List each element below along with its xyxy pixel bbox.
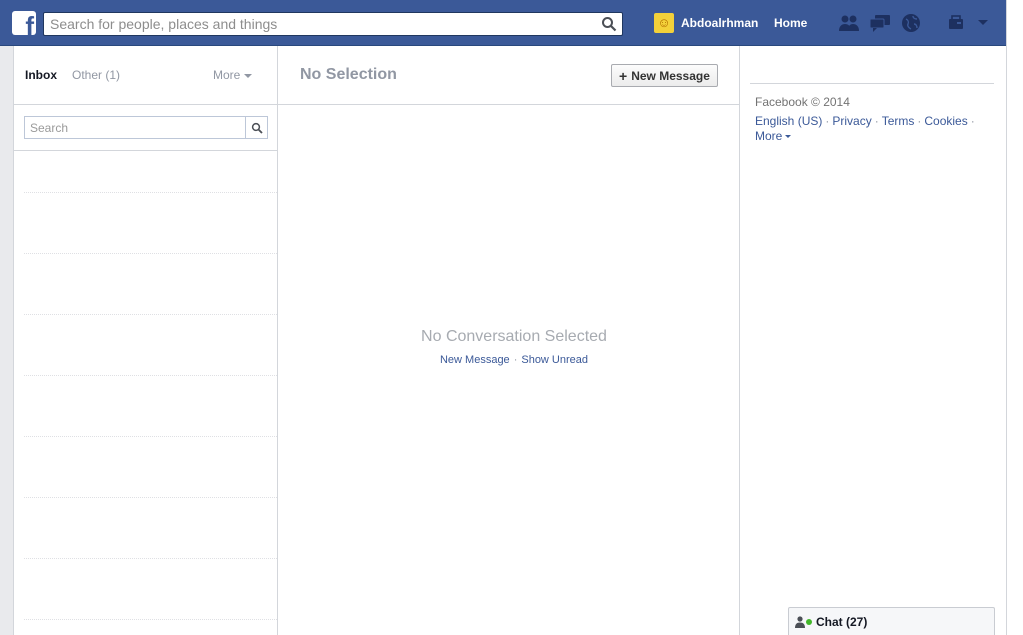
list-item[interactable] [24, 254, 277, 315]
list-item[interactable] [24, 559, 277, 620]
link-separator: · [970, 114, 975, 128]
list-item[interactable] [24, 437, 277, 498]
more-menu-label: More [213, 68, 241, 82]
chevron-down-icon [785, 135, 792, 139]
link-separator: · [917, 114, 922, 128]
footer-more-label: More [755, 129, 783, 143]
link-separator: · [825, 114, 830, 128]
thread-list-header: Inbox Other (1) More [14, 46, 277, 105]
search-icon[interactable] [601, 16, 619, 32]
list-item[interactable] [24, 193, 277, 254]
conversation-title: No Selection [300, 66, 397, 83]
tab-other[interactable]: Other (1) [72, 68, 120, 82]
new-message-button[interactable]: + New Message [611, 64, 718, 87]
show-unread-link[interactable]: Show Unread [521, 354, 588, 366]
thread-list-panel: Inbox Other (1) More [14, 46, 278, 635]
thread-search-input[interactable] [25, 117, 243, 138]
plus-icon: + [619, 67, 628, 84]
footer-links: English (US) · Privacy · Terms · Cookies · More [755, 114, 995, 144]
privacy-link[interactable]: Privacy [832, 114, 871, 128]
right-sidebar: Facebook © 2014 English (US) · Privacy · Ter… [750, 46, 1007, 635]
scrollbar-track[interactable] [1006, 0, 1023, 635]
avatar: ☺ [654, 13, 674, 33]
new-message-button-label: New Message [631, 68, 710, 83]
search-icon[interactable] [245, 117, 267, 138]
chevron-down-icon [244, 73, 253, 78]
link-separator: · [513, 354, 518, 366]
notifications-icon[interactable] [899, 12, 923, 34]
chat-tab[interactable]: Chat (27) [788, 607, 995, 635]
footer-copyright: Facebook © 2014 [755, 95, 850, 109]
global-search[interactable] [43, 12, 623, 36]
empty-state-title: No Conversation Selected [421, 328, 607, 345]
list-item[interactable] [24, 376, 277, 437]
privacy-shortcuts-icon[interactable] [945, 12, 969, 34]
divider [750, 83, 994, 84]
global-search-input[interactable] [44, 13, 584, 35]
thread-search[interactable] [24, 116, 268, 139]
online-status-icon [806, 618, 812, 625]
terms-link[interactable]: Terms [882, 114, 915, 128]
profile-name: Abdoalrhman [681, 16, 759, 30]
empty-state: No Conversation Selected New Message · Sho… [278, 328, 750, 366]
top-bar: f ☺ Abdoalrhman Home [0, 0, 1006, 46]
conversation-panel: No Selection + New Message No Conversatio… [278, 46, 740, 635]
facebook-logo-letter: f [25, 11, 34, 35]
tab-inbox[interactable]: Inbox [25, 68, 57, 82]
messages-icon[interactable] [868, 12, 892, 34]
footer-more-link[interactable]: More [755, 129, 792, 143]
profile-link[interactable]: ☺ Abdoalrhman [654, 13, 758, 33]
thread-list [14, 151, 277, 620]
link-separator: · [874, 114, 879, 128]
list-item[interactable] [24, 498, 277, 559]
empty-state-links: New Message · Show Unread [278, 354, 750, 366]
facebook-logo[interactable]: f [12, 11, 36, 35]
list-item[interactable] [24, 151, 277, 193]
friend-requests-icon[interactable] [837, 12, 861, 34]
home-link[interactable]: Home [774, 16, 807, 30]
chevron-down-icon[interactable] [971, 12, 995, 34]
more-menu[interactable]: More [213, 68, 253, 82]
new-message-link[interactable]: New Message [440, 354, 510, 366]
cookies-link[interactable]: Cookies [924, 114, 967, 128]
person-icon [795, 615, 805, 628]
thread-search-section [14, 105, 277, 151]
messages-page: Inbox Other (1) More No Selection [13, 46, 1006, 635]
list-item[interactable] [24, 315, 277, 376]
conversation-header: No Selection + New Message [278, 46, 739, 105]
language-link[interactable]: English (US) [755, 114, 822, 128]
chat-tab-label: Chat (27) [816, 614, 868, 629]
